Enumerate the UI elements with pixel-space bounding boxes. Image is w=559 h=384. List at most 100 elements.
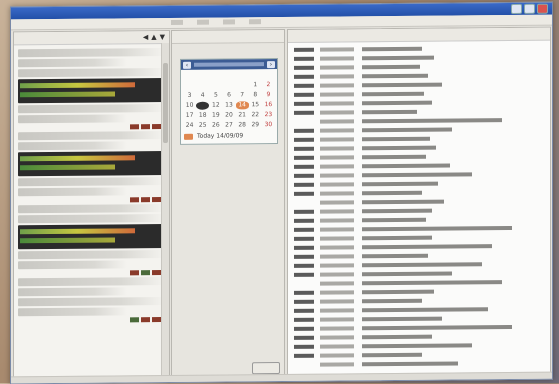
list-item[interactable] — [18, 104, 165, 114]
log-source — [320, 191, 354, 196]
log-source — [320, 101, 354, 106]
list-item[interactable] — [18, 68, 165, 78]
calendar-day[interactable]: 8 — [249, 91, 262, 99]
down-arrow-icon[interactable]: ▼ — [160, 33, 165, 41]
next-month-button[interactable]: › — [267, 60, 275, 68]
today-label: Today 14/09/09 — [197, 132, 244, 140]
calendar-day[interactable]: 19 — [209, 112, 222, 120]
log-timestamp — [294, 128, 314, 133]
list-item[interactable] — [18, 204, 165, 214]
maximize-button[interactable] — [524, 3, 535, 14]
calendar-day[interactable]: 5 — [209, 92, 222, 100]
prev-month-button[interactable]: ‹ — [183, 61, 191, 69]
calendar-day[interactable]: 10 — [183, 102, 196, 110]
weekday-label — [222, 71, 235, 79]
log-timestamp — [294, 363, 314, 367]
up-arrow-icon[interactable]: ▲ — [151, 33, 156, 41]
log-message — [362, 190, 422, 196]
list-item[interactable] — [18, 177, 165, 187]
list-item[interactable] — [18, 277, 165, 287]
minimize-button[interactable] — [511, 3, 522, 14]
channel-list-scrollbar[interactable] — [161, 42, 169, 380]
calendar-day[interactable]: 1 — [249, 81, 262, 89]
list-item[interactable] — [18, 297, 165, 307]
list-item[interactable] — [18, 307, 127, 317]
list-item[interactable] — [18, 214, 165, 224]
toolbar-icon[interactable] — [223, 19, 235, 25]
log-source — [320, 164, 354, 169]
list-item[interactable] — [18, 250, 165, 260]
log-timestamp — [294, 272, 314, 277]
log-timestamp — [294, 245, 314, 250]
calendar-day[interactable]: 24 — [183, 122, 196, 130]
calendar-day[interactable]: 26 — [209, 122, 222, 130]
log-message — [362, 217, 426, 223]
log-message — [362, 324, 512, 331]
log-source — [320, 362, 354, 367]
calendar-day[interactable]: 4 — [196, 92, 209, 100]
log-row[interactable] — [294, 359, 544, 369]
calendar-day[interactable]: 20 — [222, 111, 235, 119]
calendar-day[interactable]: 28 — [236, 121, 249, 129]
log-message — [362, 289, 434, 295]
log-timestamp — [294, 218, 314, 223]
calendar-day[interactable]: 13 — [222, 101, 235, 109]
calendar-day[interactable]: 7 — [236, 91, 249, 99]
today-row[interactable]: Today 14/09/09 — [181, 132, 277, 140]
list-item-selected[interactable] — [18, 78, 165, 104]
calendar-day[interactable]: 25 — [196, 122, 209, 130]
calendar-widget[interactable]: ‹ › 1 2 3 4 5 6 7 8 9 10 11 12 13 14 15 16 17 18 19 20 21 22 2… — [180, 58, 278, 145]
calendar-day[interactable]: 18 — [196, 112, 209, 120]
log-message — [362, 225, 512, 232]
calendar-day[interactable]: 3 — [183, 92, 196, 100]
list-item[interactable] — [18, 48, 165, 58]
log-timestamp — [294, 344, 314, 349]
log-timestamp — [294, 326, 314, 331]
calendar-day[interactable]: 17 — [183, 112, 196, 120]
channel-list-header-text — [18, 37, 140, 38]
list-item-selected[interactable] — [18, 151, 165, 177]
log-source — [320, 272, 354, 277]
log-timestamp — [294, 164, 314, 169]
list-item[interactable] — [18, 114, 127, 124]
calendar-day[interactable]: 30 — [262, 121, 275, 129]
toolbar-icon[interactable] — [171, 19, 183, 25]
left-arrow-icon[interactable]: ◀ — [143, 33, 148, 41]
calendar-day[interactable]: 16 — [262, 101, 275, 109]
toolbar-icon[interactable] — [197, 19, 209, 25]
log-panel — [287, 26, 551, 379]
panel-action-button[interactable] — [252, 362, 280, 375]
list-item-selected[interactable] — [18, 224, 165, 250]
list-item[interactable] — [18, 131, 165, 141]
log-source — [320, 218, 354, 223]
close-button[interactable] — [537, 3, 548, 14]
list-item[interactable] — [18, 58, 127, 68]
log-source — [320, 137, 354, 142]
calendar-day[interactable]: 11 — [196, 101, 210, 110]
log-message — [362, 100, 432, 106]
log-timestamp — [294, 56, 314, 61]
log-message — [362, 262, 482, 268]
list-item[interactable] — [18, 187, 127, 197]
log-message — [362, 271, 452, 277]
log-message — [362, 181, 438, 187]
log-source — [320, 227, 354, 232]
calendar-day[interactable]: 2 — [262, 81, 275, 89]
calendar-day[interactable]: 12 — [209, 102, 222, 110]
calendar-day[interactable]: 6 — [222, 91, 235, 99]
today-marker-icon — [184, 133, 193, 140]
toolbar-icon[interactable] — [249, 19, 261, 25]
list-item[interactable] — [18, 141, 127, 151]
calendar-day[interactable]: 22 — [249, 111, 262, 119]
list-item[interactable] — [18, 287, 127, 297]
calendar-day[interactable]: 15 — [249, 101, 262, 109]
calendar-day[interactable]: 29 — [249, 121, 262, 129]
calendar-day[interactable]: 21 — [236, 111, 249, 119]
list-item[interactable] — [18, 260, 127, 270]
calendar-day[interactable]: 27 — [222, 121, 235, 129]
calendar-day[interactable]: 9 — [262, 91, 275, 99]
calendar-day[interactable]: 14 — [235, 101, 249, 110]
calendar-day[interactable]: 23 — [262, 111, 275, 119]
calendar-day — [209, 82, 222, 90]
log-timestamp — [294, 92, 314, 97]
